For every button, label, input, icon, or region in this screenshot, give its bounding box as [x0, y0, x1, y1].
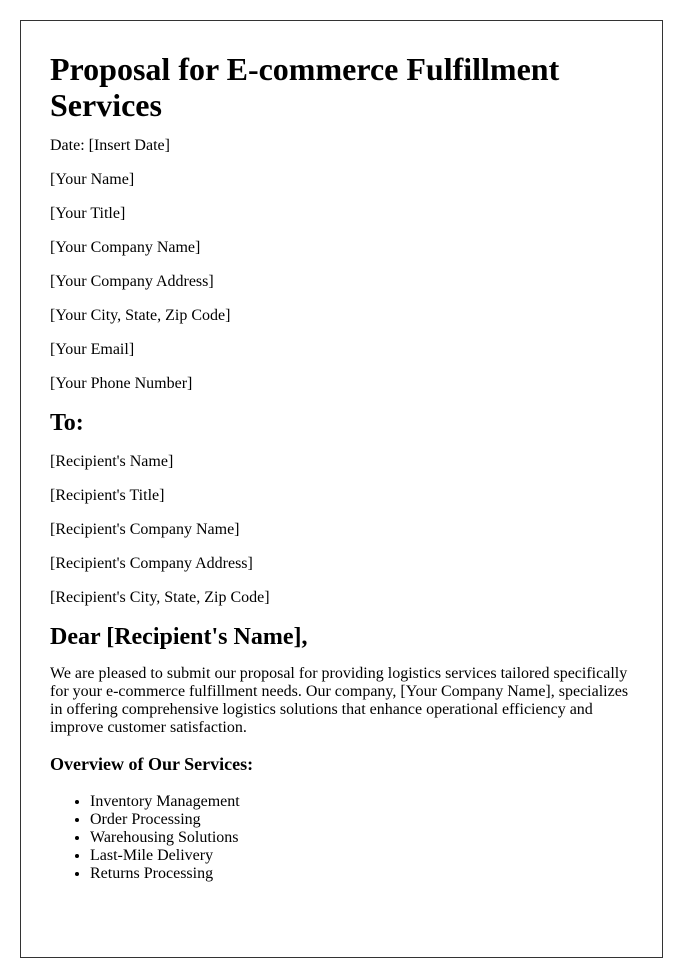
sender-block: [Your Name] [Your Title] [Your Company N… [50, 171, 633, 393]
sender-name: [Your Name] [50, 171, 135, 188]
document-page: Proposal for E-commerce Fulfillment Serv… [20, 20, 663, 958]
sender-company-name: [Your Company Name] [50, 239, 201, 256]
sender-city-state-zip: [Your City, State, Zip Code] [50, 307, 231, 324]
services-list: Inventory Management Order Processing Wa… [50, 793, 633, 883]
sender-title: [Your Title] [50, 205, 126, 222]
service-item: Last-Mile Delivery [90, 847, 633, 865]
to-heading: To: [50, 410, 84, 436]
document-title: Proposal for E-commerce Fulfillment Serv… [50, 51, 560, 123]
recipient-city-state-zip: [Recipient's City, State, Zip Code] [50, 589, 270, 606]
recipient-company-name: [Recipient's Company Name] [50, 521, 240, 538]
service-item: Inventory Management [90, 793, 633, 811]
recipient-company-address: [Recipient's Company Address] [50, 555, 253, 572]
service-item: Warehousing Solutions [90, 829, 633, 847]
services-heading: Overview of Our Services: [50, 754, 254, 774]
recipient-name: [Recipient's Name] [50, 453, 174, 470]
intro-paragraph: We are pleased to submit our proposal fo… [50, 665, 629, 736]
sender-phone: [Your Phone Number] [50, 375, 193, 392]
service-item: Order Processing [90, 811, 633, 829]
recipient-title: [Recipient's Title] [50, 487, 165, 504]
recipient-block: [Recipient's Name] [Recipient's Title] [… [50, 453, 633, 607]
date-line: Date: [Insert Date] [50, 137, 170, 154]
service-item: Returns Processing [90, 865, 633, 883]
sender-email: [Your Email] [50, 341, 135, 358]
sender-company-address: [Your Company Address] [50, 273, 214, 290]
salutation: Dear [Recipient's Name], [50, 624, 308, 650]
